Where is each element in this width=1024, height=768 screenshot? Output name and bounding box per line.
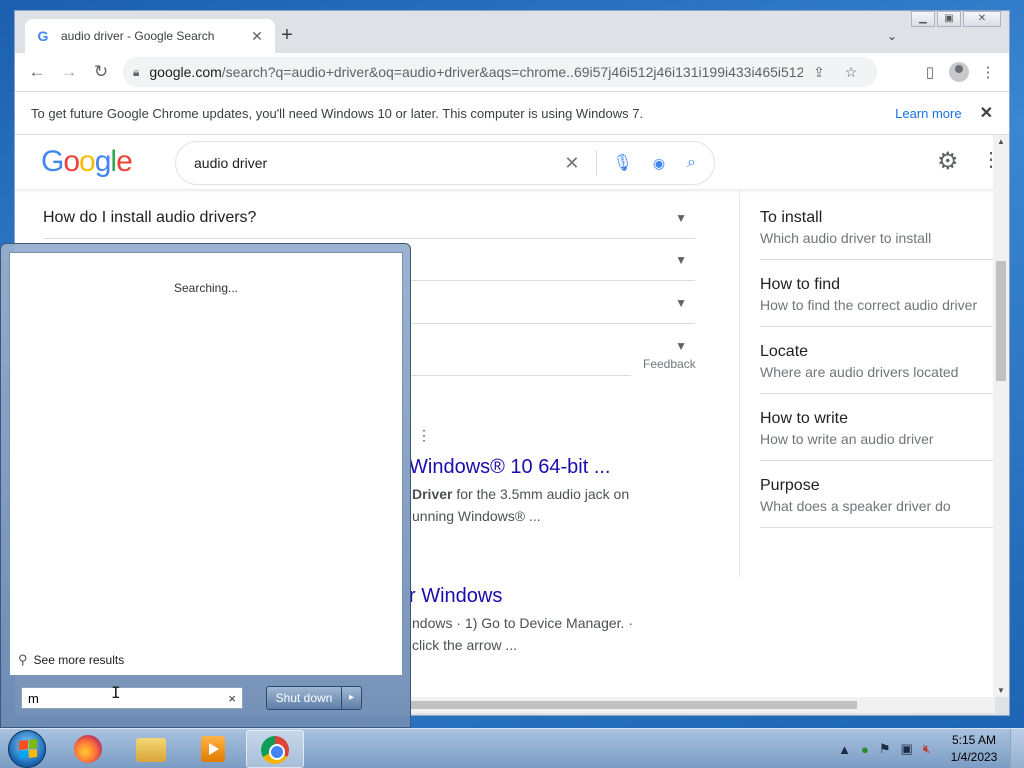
clear-search-icon[interactable]: × [228,691,236,706]
chrome-icon [261,736,289,764]
microphone-icon[interactable]: 🎙︎ [613,153,633,173]
taskbar-chrome[interactable] [246,730,304,768]
learn-more-link[interactable]: Learn more [895,106,961,121]
result-title-2[interactable]: r Windows [409,585,502,608]
result-snippet-1a: Driver for the 3.5mm audio jack on [412,486,630,502]
chevron-down-icon: ▼ [675,210,687,225]
shutdown-button[interactable]: Shut down ▸ [266,686,362,710]
toolbar-right: ▯ ⋮ [917,57,1001,87]
scroll-thumb[interactable] [996,261,1006,381]
show-desktop-button[interactable] [1010,729,1024,768]
firefox-icon [74,735,102,763]
search-icon: ⚲ [18,652,28,667]
result-snippet-2a: ndows · 1) Go to Device Manager. · [412,615,633,631]
search-query[interactable]: audio driver [194,155,564,171]
start-search-value[interactable]: m [28,691,228,706]
clear-search-icon[interactable]: ✕ [564,153,579,174]
menu-kebab-icon[interactable]: ⋮ [975,63,1001,81]
paa-question-text: How do I install audio drivers? [43,208,257,226]
window-controls: ▁ ▣ ✕ [911,11,1001,27]
paa-question-1[interactable]: How do I install audio drivers? ▼ [43,197,695,239]
google-favicon-icon: G [37,28,49,44]
volume-muted-icon[interactable]: 🔇︎ [923,741,931,757]
tab-close-icon[interactable]: ✕ [249,28,265,45]
close-window-button[interactable]: ✕ [963,11,1001,27]
tab-search-chevron-icon[interactable]: ⌄ [887,29,897,43]
address-bar[interactable]: 🔒︎ google.com/search?q=audio+driver&oq=a… [123,57,877,87]
url-text[interactable]: google.com/search?q=audio+driver&oq=audi… [149,64,803,80]
result-menu-icon[interactable]: ⋮ [417,427,431,444]
start-menu: Searching... ⚲ See more results m × Shut… [0,243,411,728]
windows-logo-icon [19,739,37,759]
result-title-1[interactable]: Windows® 10 64-bit ... [409,456,610,479]
vertical-scrollbar[interactable]: ▲ ▼ [993,135,1009,697]
browser-toolbar: ← → ↻ 🔒︎ google.com/search?q=audio+drive… [15,53,1009,91]
chevron-down-icon: ▼ [675,252,687,267]
update-infobar: To get future Google Chrome updates, you… [15,91,1009,135]
tab-strip: G audio driver - Google Search ✕ + ⌄ ▁ ▣… [15,11,1009,53]
folder-icon [136,738,166,762]
new-tab-button[interactable]: + [277,25,297,45]
side-panel-icon[interactable]: ▯ [917,63,943,81]
chevron-down-icon: ▼ [675,295,687,310]
infobar-close-icon[interactable]: ✕ [980,103,993,123]
tab-google-search[interactable]: G audio driver - Google Search ✕ [25,19,275,53]
related-searches-panel: To install Which audio driver to install… [739,189,995,577]
result-snippet-2b: click the arrow ... [412,637,518,653]
lock-icon: 🔒︎ [133,64,140,79]
start-menu-results-panel: Searching... ⚲ See more results [9,252,403,676]
feedback-link[interactable]: Feedback [643,357,696,371]
related-item[interactable]: How to find How to find the correct audi… [760,260,995,327]
shutdown-label[interactable]: Shut down [267,687,341,709]
google-search-box[interactable]: audio driver ✕ 🎙︎ ◉ ⌕ [175,141,715,185]
share-icon[interactable]: ⇪ [803,64,835,81]
search-divider [595,150,597,176]
shutdown-options-arrow-icon[interactable]: ▸ [341,687,361,709]
searching-status: Searching... [173,281,239,295]
taskbar: ▲ ● ⚑ ▣ 🔇︎ 5:15 AM 1/4/2023 [0,728,1024,768]
tray-expand-icon[interactable]: ▲ [838,742,851,757]
settings-gear-icon[interactable]: ⚙ [937,147,959,176]
action-center-flag-icon[interactable]: ⚑ [879,741,891,757]
infobar-message: To get future Google Chrome updates, you… [31,105,644,121]
related-item[interactable]: Purpose What does a speaker driver do [760,461,995,528]
tab-title: audio driver - Google Search [61,29,215,43]
google-search-header: Google audio driver ✕ 🎙︎ ◉ ⌕ ⚙ ⋮ [15,135,995,189]
media-player-icon [201,736,225,762]
forward-arrow-icon[interactable]: → [53,62,85,82]
clock[interactable]: 5:15 AM 1/4/2023 [944,732,1004,766]
display-icon[interactable]: ▣ [901,741,913,757]
minimize-button[interactable]: ▁ [911,11,935,27]
taskbar-media-player[interactable] [184,730,242,768]
clock-time: 5:15 AM [951,733,997,747]
taskbar-firefox[interactable] [60,730,118,768]
clock-date: 1/4/2023 [950,750,998,764]
bookmark-star-icon[interactable]: ☆ [835,64,867,81]
network-status-icon[interactable]: ● [861,742,869,757]
start-search-input[interactable]: m × [21,687,243,709]
result-snippet-1b: unning Windows® ... [412,508,541,524]
start-button[interactable] [8,730,46,768]
related-item[interactable]: Locate Where are audio drivers located [760,327,995,394]
lens-camera-icon[interactable]: ◉ [653,155,665,172]
scroll-down-icon[interactable]: ▼ [993,686,1009,695]
back-arrow-icon[interactable]: ← [21,62,53,82]
system-tray: ▲ ● ⚑ ▣ 🔇︎ 5:15 AM 1/4/2023 [833,729,1024,768]
scroll-up-icon[interactable]: ▲ [993,137,1009,146]
hscroll-thumb[interactable] [411,701,857,709]
maximize-button[interactable]: ▣ [937,11,961,27]
related-item[interactable]: To install Which audio driver to install [760,193,995,260]
reload-icon[interactable]: ↻ [85,62,117,82]
related-item[interactable]: How to write How to write an audio drive… [760,394,995,461]
google-logo[interactable]: Google [41,145,133,179]
text-cursor-icon: I [111,683,121,702]
search-icon[interactable]: ⌕ [687,154,696,172]
profile-avatar-icon[interactable] [949,62,969,82]
chevron-down-icon: ▼ [675,339,687,353]
see-more-results-link[interactable]: ⚲ See more results [18,652,124,668]
taskbar-explorer[interactable] [122,730,180,768]
